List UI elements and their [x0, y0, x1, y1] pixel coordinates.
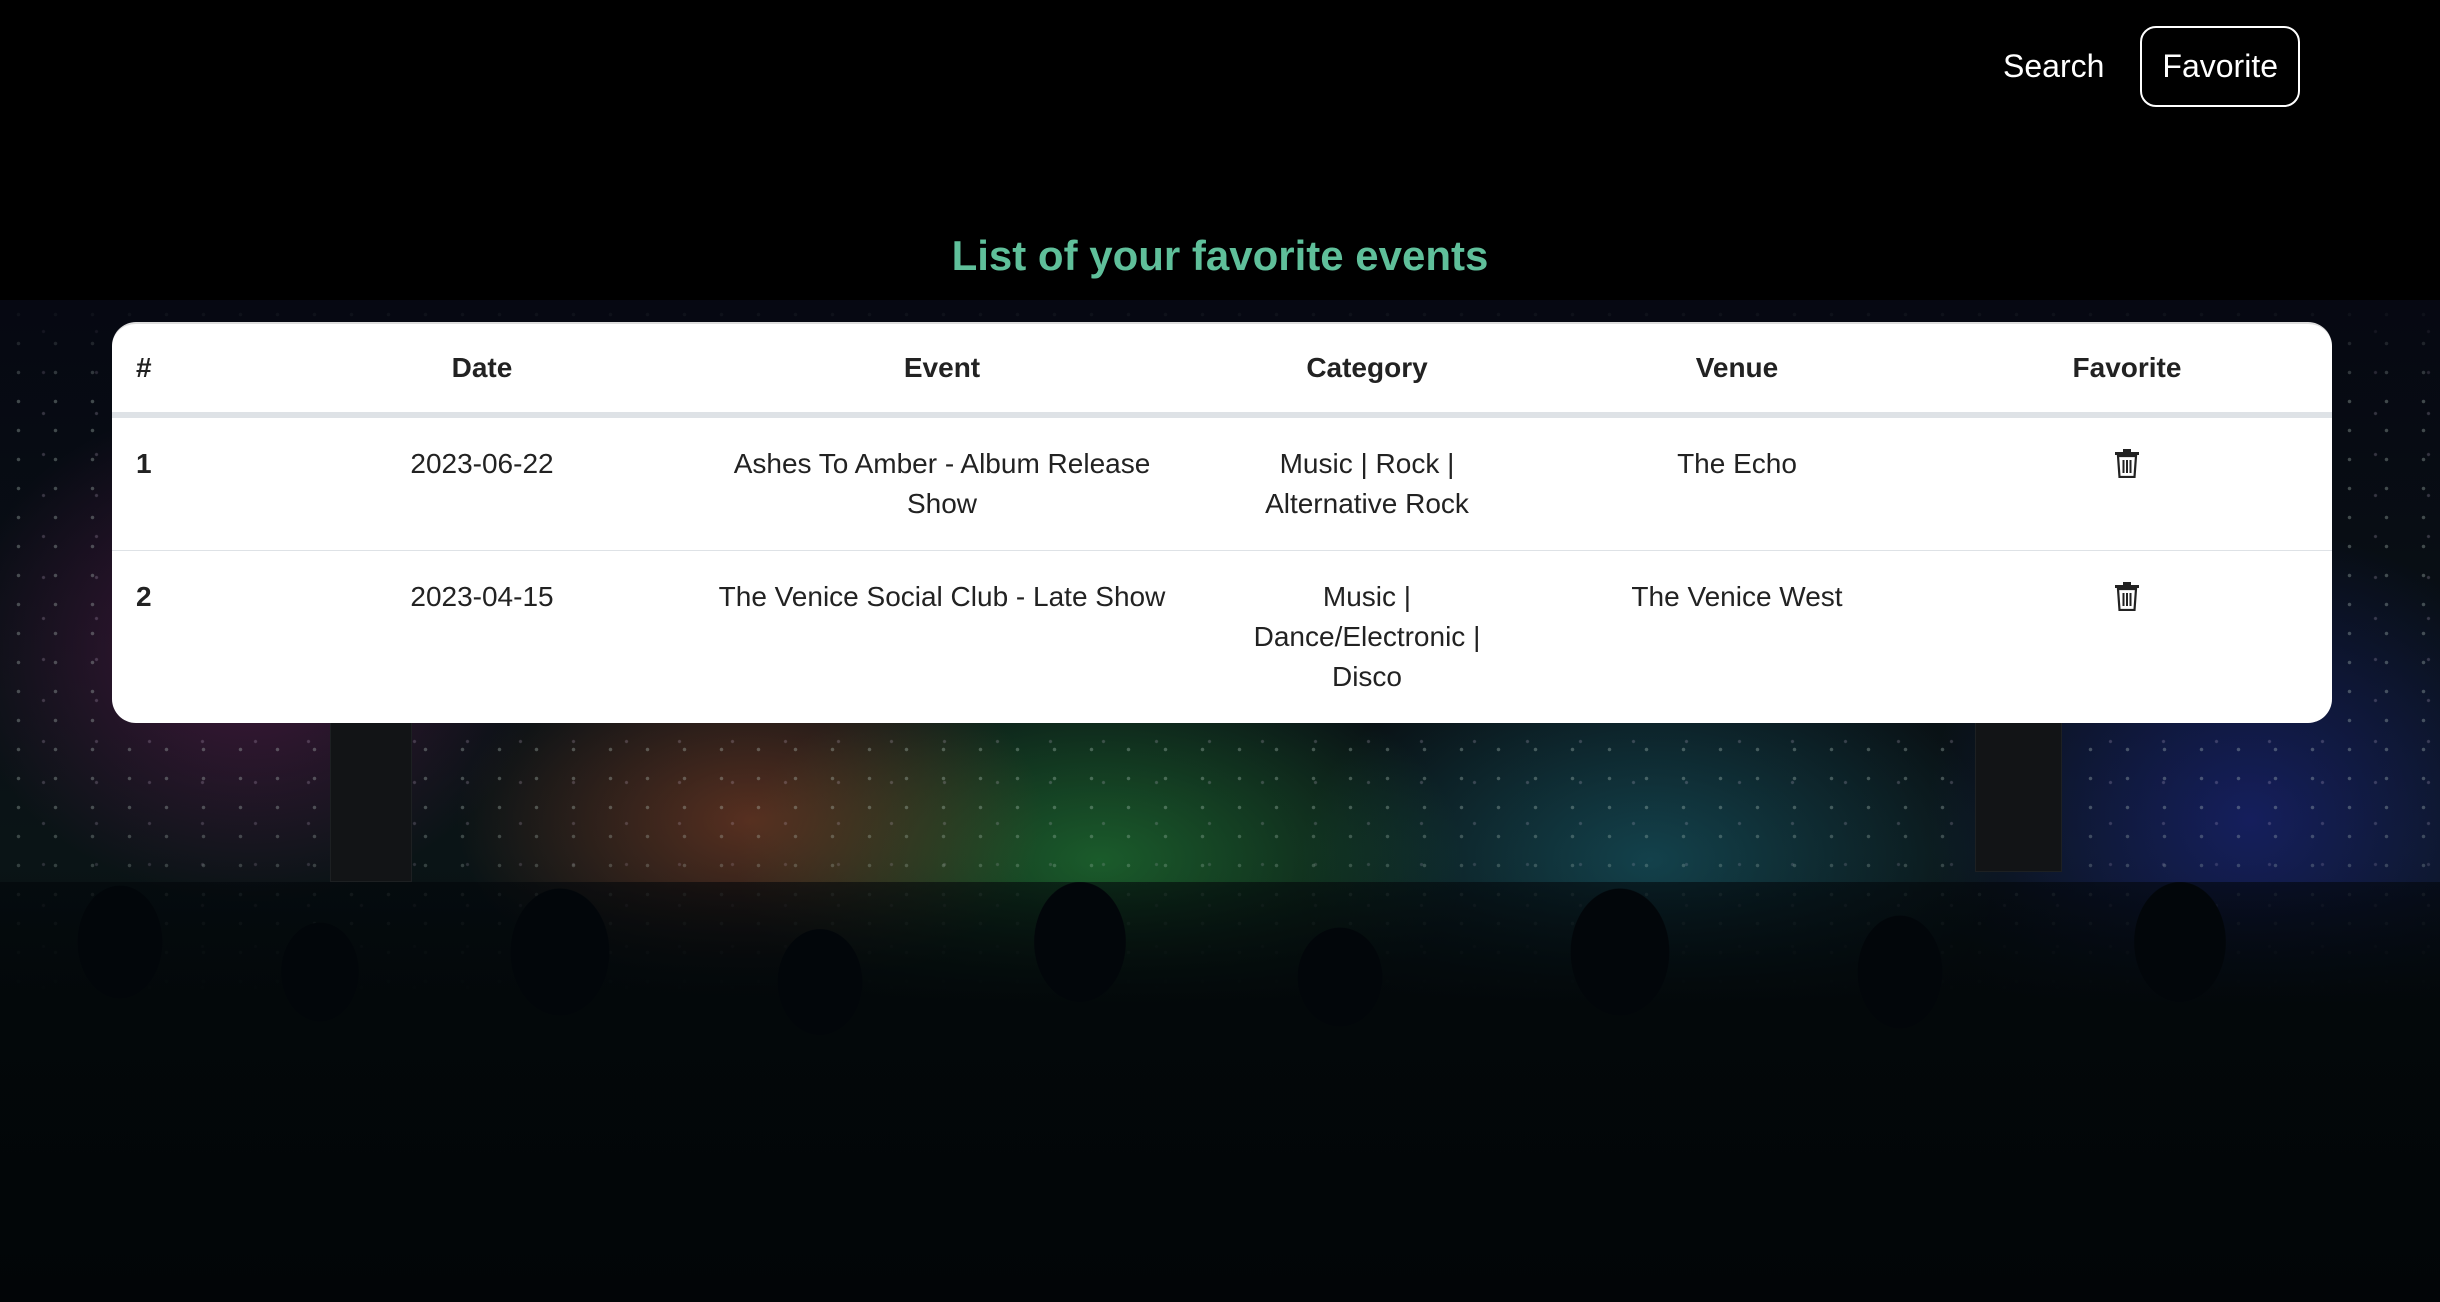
row-favorite-cell	[1922, 415, 2332, 551]
row-date: 2023-06-22	[262, 415, 702, 551]
row-index: 1	[112, 415, 262, 551]
row-event: Ashes To Amber - Album Release Show	[702, 415, 1182, 551]
column-header-favorite: Favorite	[1922, 324, 2332, 418]
row-category: Music | Rock | Alternative Rock	[1182, 415, 1552, 551]
crowd-silhouette	[0, 882, 2440, 1302]
row-event: The Venice Social Club - Late Show	[718, 581, 1166, 612]
column-header-date: Date	[262, 324, 702, 418]
page: Search Favorite List of your favorite ev…	[0, 0, 2440, 1302]
favorites-table: # Date Event Category Venue Favorite 1 2…	[112, 324, 2332, 723]
row-category: Music | Dance/Electronic | Disco	[1253, 581, 1481, 692]
row-venue: The Echo	[1552, 415, 1922, 551]
nav-search-link[interactable]: Search	[2003, 48, 2104, 85]
row-favorite-cell	[1922, 551, 2332, 724]
row-index: 2	[136, 581, 152, 612]
row-venue: The Venice West	[1631, 581, 1843, 612]
column-header-index: #	[112, 324, 262, 418]
trash-icon[interactable]	[2114, 581, 2140, 612]
nav-favorite-link[interactable]: Favorite	[2140, 26, 2300, 107]
favorites-table-container: # Date Event Category Venue Favorite 1 2…	[112, 322, 2332, 723]
row-date: 2023-04-15	[410, 581, 554, 612]
column-header-event: Event	[702, 324, 1182, 418]
page-title: List of your favorite events	[951, 232, 1489, 279]
table-row: 1 2023-06-22 Ashes To Amber - Album Rele…	[112, 415, 2332, 551]
column-header-category: Category	[1182, 324, 1552, 418]
table-header-row: # Date Event Category Venue Favorite	[112, 324, 2332, 418]
table-row: 2 2023-04-15 The Venice Social Club - La…	[112, 551, 2332, 724]
trash-icon[interactable]	[2114, 448, 2140, 479]
top-nav: Search Favorite	[2003, 26, 2300, 107]
column-header-venue: Venue	[1552, 324, 1922, 418]
